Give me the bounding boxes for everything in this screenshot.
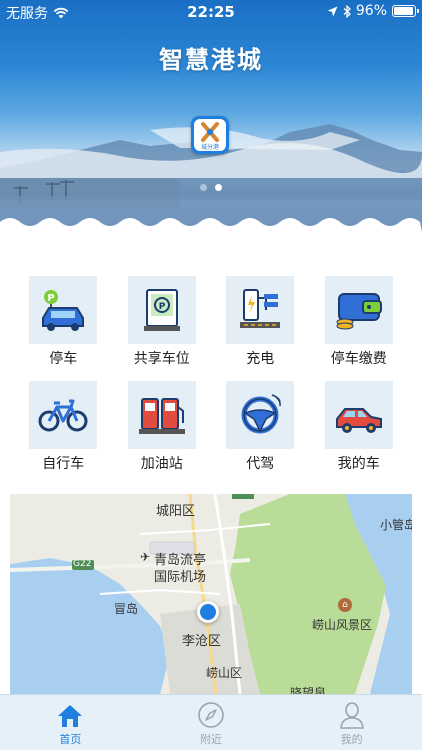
logo-text: 城分港 (201, 143, 219, 151)
service-shared-parking[interactable]: P 共享车位 (118, 276, 206, 369)
service-label: 加油站 (140, 456, 183, 472)
home-icon (58, 705, 83, 727)
status-right: 96% (327, 3, 419, 19)
service-gas-station[interactable]: 加油站 (118, 381, 206, 474)
service-label: 代驾 (246, 456, 275, 472)
service-label: 停车 (49, 351, 78, 367)
service-my-car[interactable]: 我的车 (315, 381, 403, 474)
tab-bar: 首页 附近 我的 (0, 694, 422, 750)
svg-text:P: P (158, 302, 165, 312)
charging-icon (226, 276, 295, 344)
svg-text:P: P (48, 293, 55, 304)
shared-parking-icon: P (127, 276, 196, 344)
my-car-icon (324, 381, 393, 449)
banner-title: 智慧港城 (159, 46, 263, 74)
map-label-laoshan-scenic: 崂山风景区 (312, 618, 373, 632)
tab-label: 我的 (340, 733, 363, 746)
battery-icon (392, 5, 419, 17)
service-label: 停车缴费 (330, 351, 387, 367)
wallet-icon (324, 276, 393, 344)
tab-label: 附近 (200, 733, 222, 746)
user-icon (339, 702, 364, 729)
map-view[interactable]: 城阳区 小管岛 G22 ✈ 青岛流亭 国际机场 冒岛 李沧区 崂山风景区 崂山区… (10, 494, 412, 694)
tab-label: 首页 (59, 733, 82, 746)
battery-level (394, 7, 414, 15)
status-bar: 无服务 22:25 96% (0, 0, 422, 22)
map-label-partial: 晓望泉 (290, 686, 327, 694)
plane-icon: ✈ (140, 550, 151, 564)
compass-icon (198, 702, 224, 728)
carousel-dot[interactable] (200, 184, 207, 191)
map-label-xiaoguan: 小管岛 (380, 518, 412, 532)
map-label-road: G22 (73, 559, 92, 569)
service-label: 共享车位 (133, 351, 190, 367)
service-charging[interactable]: 充电 (216, 276, 304, 369)
steering-wheel-icon (226, 381, 295, 449)
map-label-chengyang: 城阳区 (156, 504, 196, 519)
map-label-laoshan: 崂山区 (206, 666, 243, 680)
service-label: 充电 (246, 351, 275, 367)
gas-station-icon (127, 381, 196, 449)
map-label-licang: 李沧区 (182, 634, 222, 649)
banner-carousel[interactable]: 智慧港城 城分港 (0, 0, 422, 232)
service-label: 自行车 (42, 456, 85, 472)
tab-home[interactable]: 首页 (0, 695, 141, 750)
service-designated-driver[interactable]: 代驾 (216, 381, 304, 474)
tab-mine[interactable]: 我的 (281, 695, 422, 750)
bicycle-icon (29, 381, 98, 449)
bluetooth-icon (343, 4, 351, 18)
services-row-2: 自行车 加油站 代驾 我的车 (0, 381, 422, 474)
service-bicycle[interactable]: 自行车 (19, 381, 107, 474)
app-logo: 城分港 (191, 116, 229, 154)
services-grid: P 停车 P 共享车位 充电 停车缴费 自行车 加油站 代驾 我的车 (0, 276, 422, 486)
location-arrow-icon (327, 6, 338, 16)
map-label-airport-line2: 国际机场 (154, 570, 207, 585)
battery-percent: 96% (355, 3, 387, 19)
carousel-dots[interactable] (0, 184, 422, 191)
current-location-marker[interactable] (197, 601, 219, 623)
service-parking-fee[interactable]: 停车缴费 (315, 276, 403, 369)
service-parking[interactable]: P 停车 (19, 276, 107, 369)
tab-nearby[interactable]: 附近 (141, 695, 282, 750)
parking-car-icon: P (29, 276, 98, 344)
map-label-maodao: 冒岛 (114, 602, 139, 616)
services-row-1: P 停车 P 共享车位 充电 停车缴费 (0, 276, 422, 369)
carousel-dot[interactable] (215, 184, 222, 191)
scenic-spot-icon: ⌂ (338, 598, 352, 612)
service-label: 我的车 (337, 456, 380, 472)
